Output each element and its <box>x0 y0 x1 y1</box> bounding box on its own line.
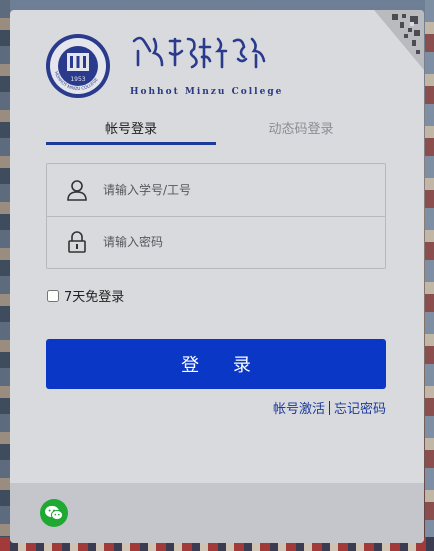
username-field <box>47 164 385 217</box>
activate-account-link[interactable]: 帐号激活 <box>273 402 325 417</box>
login-card: 1953 HOHHOT MINZU COLLEGE Hohhot Minzu C… <box>10 10 424 543</box>
school-name-english: Hohhot Minzu College <box>130 87 284 97</box>
remember-label: 7天免登录 <box>64 290 125 305</box>
password-input[interactable] <box>103 229 363 255</box>
login-button[interactable]: 登 录 <box>46 339 386 389</box>
qr-code-icon[interactable] <box>374 10 424 70</box>
remember-checkbox[interactable] <box>47 290 59 302</box>
remember-login[interactable]: 7天免登录 <box>47 286 124 305</box>
active-tab-indicator <box>46 142 216 145</box>
link-divider <box>328 401 330 415</box>
user-icon <box>67 180 87 201</box>
account-links: 帐号激活 忘记密码 <box>273 398 386 417</box>
forgot-password-link[interactable]: 忘记密码 <box>334 402 386 417</box>
background-photo-right <box>425 0 434 551</box>
svg-text:1953: 1953 <box>70 76 85 83</box>
lock-icon <box>68 231 86 253</box>
background-photo-left <box>0 0 10 551</box>
wechat-icon <box>45 505 64 521</box>
wechat-login-button[interactable] <box>40 499 68 527</box>
login-form-fields <box>46 163 386 269</box>
username-input[interactable] <box>103 177 363 203</box>
tab-account-login[interactable]: 帐号登录 <box>46 118 216 144</box>
school-name-script <box>132 36 266 69</box>
school-emblem: 1953 HOHHOT MINZU COLLEGE <box>46 34 110 98</box>
card-footer <box>10 483 424 543</box>
password-field <box>47 216 385 268</box>
tab-dynamic-code-login[interactable]: 动态码登录 <box>216 118 386 144</box>
